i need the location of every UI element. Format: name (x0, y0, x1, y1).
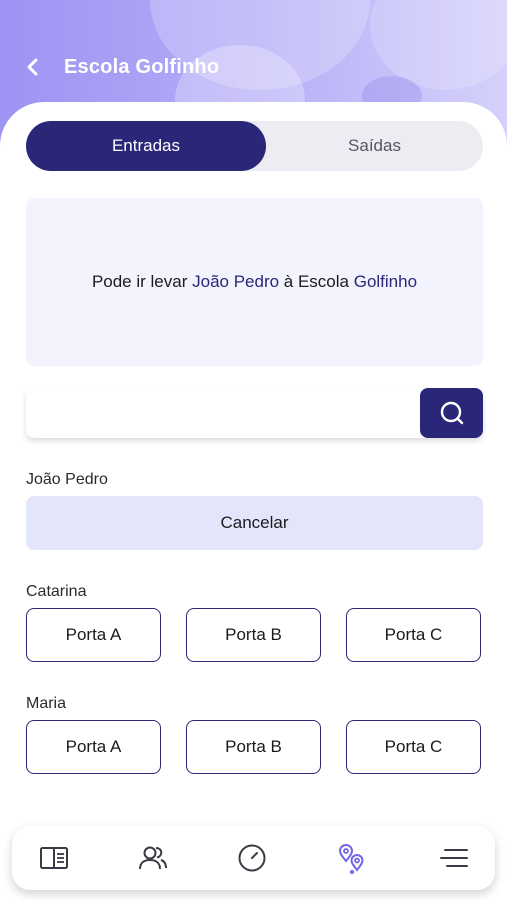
back-button[interactable] (18, 52, 48, 82)
nav-item-locations[interactable] (322, 826, 382, 890)
info-text-middle: à Escola (279, 272, 354, 291)
nav-item-gauge[interactable] (222, 826, 282, 890)
book-icon (40, 847, 68, 869)
users-icon (139, 846, 167, 870)
bottom-navigation (12, 826, 495, 890)
cancel-button[interactable]: Cancelar (26, 496, 483, 550)
info-text-prefix: Pode ir levar (91, 272, 193, 291)
info-child-name: João Pedro (192, 272, 280, 291)
location-pins-icon (338, 843, 364, 872)
app-header: Escola Golfinho (0, 48, 507, 88)
child-name-maria: Maria (26, 695, 67, 712)
maria-porta-c-button[interactable]: Porta C (346, 720, 481, 774)
menu-icon (440, 849, 468, 867)
tab-saidas[interactable]: Saídas (266, 121, 483, 171)
catarina-porta-a-button[interactable]: Porta A (26, 608, 161, 662)
catarina-porta-c-button[interactable]: Porta C (346, 608, 481, 662)
gauge-icon (238, 844, 266, 872)
search-icon (440, 401, 463, 425)
info-school-name: Golfinho (353, 272, 418, 291)
tab-switcher: Entradas Saídas (26, 121, 483, 171)
maria-porta-b-button[interactable]: Porta B (186, 720, 321, 774)
search-input[interactable] (26, 388, 418, 438)
active-indicator (350, 870, 354, 874)
catarina-porta-b-button[interactable]: Porta B (186, 608, 321, 662)
info-message: Pode ir levar João Pedro à Escola Golfin… (26, 198, 483, 366)
chevron-left-icon (27, 58, 38, 76)
child-name-catarina: Catarina (26, 583, 87, 600)
tab-entradas[interactable]: Entradas (26, 121, 266, 171)
nav-item-book[interactable] (24, 826, 84, 890)
page-title: Escola Golfinho (64, 56, 220, 78)
maria-porta-a-button[interactable]: Porta A (26, 720, 161, 774)
search-bar (26, 388, 483, 438)
child-name-joao-pedro: João Pedro (26, 471, 108, 488)
nav-item-menu[interactable] (424, 826, 484, 890)
nav-item-users[interactable] (123, 826, 183, 890)
search-button[interactable] (420, 388, 483, 438)
